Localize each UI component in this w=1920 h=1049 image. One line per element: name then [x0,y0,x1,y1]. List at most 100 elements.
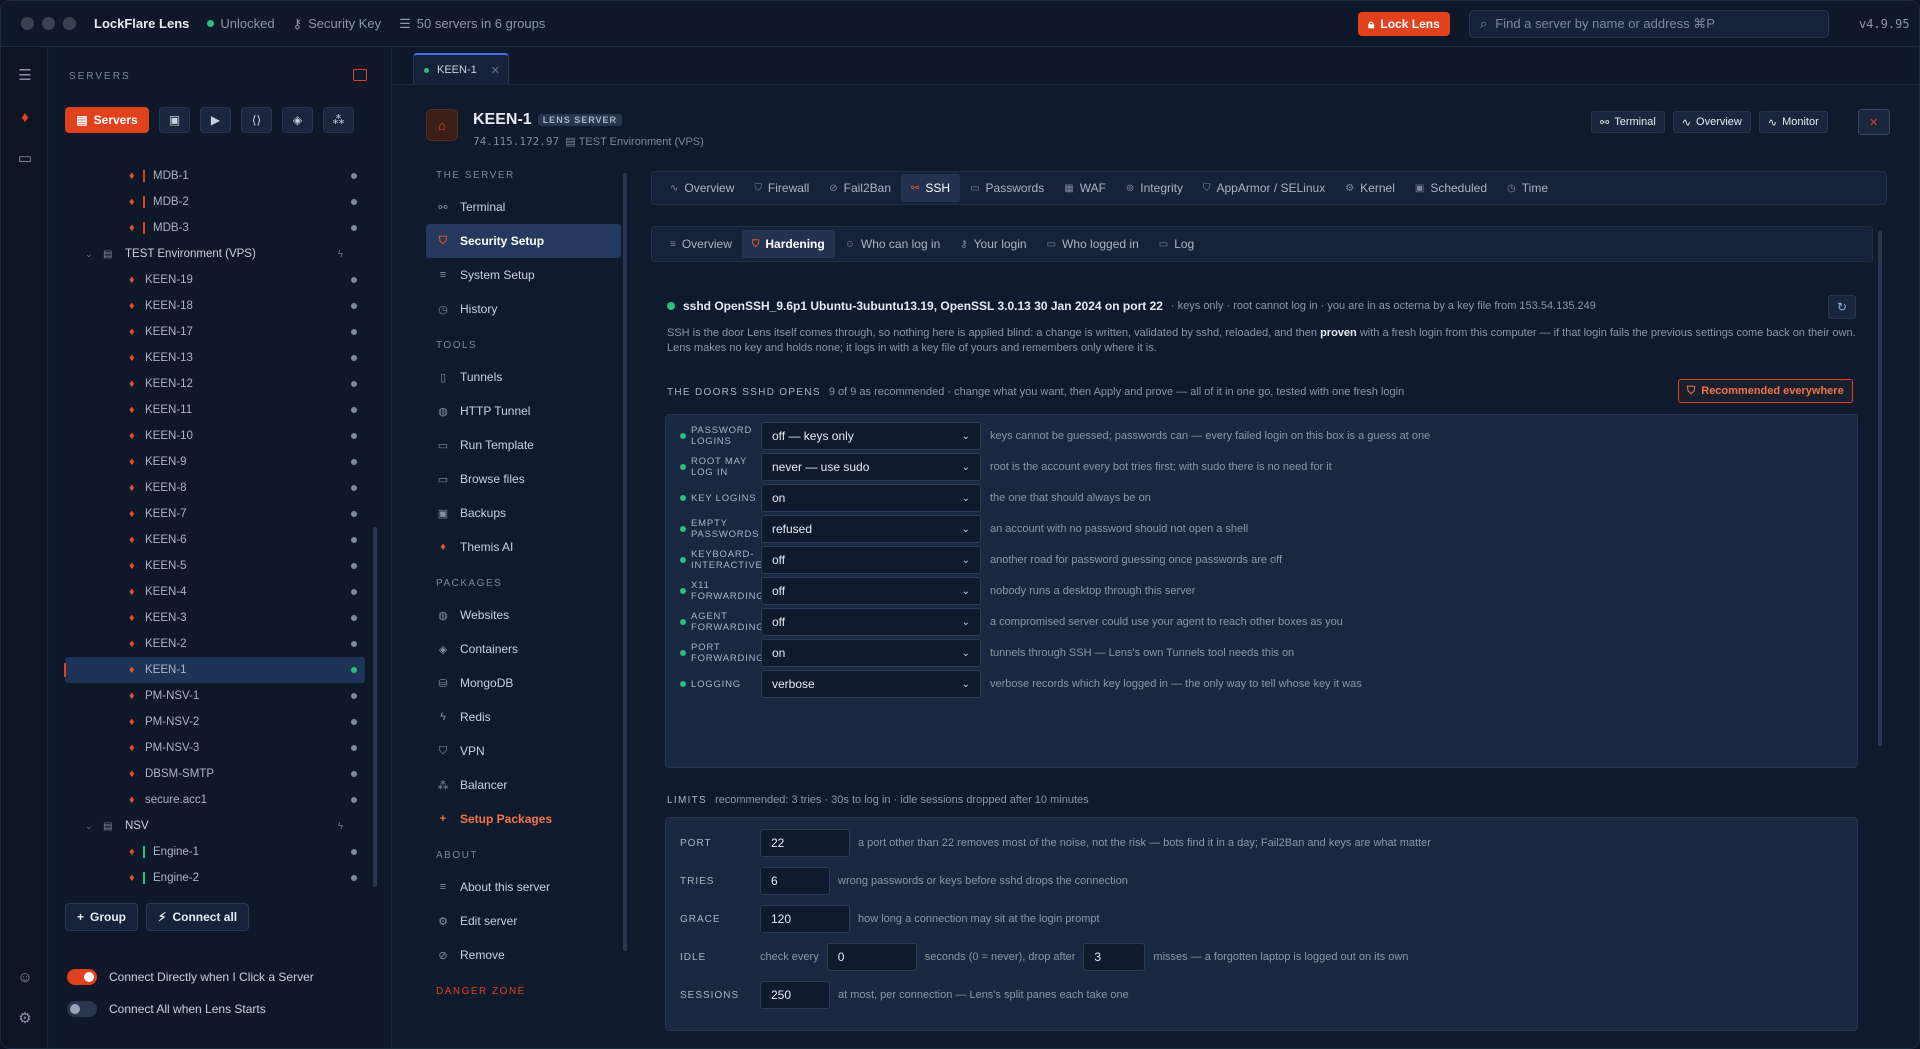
close-window-button[interactable] [21,17,34,30]
door-select[interactable]: never — use sudo ⌄ [761,453,981,481]
tree-server-item[interactable]: ♦ KEEN-2 [65,631,365,657]
tree-group[interactable]: ⌄ ▤ TEST Environment (VPS) ϟ [65,241,365,267]
nav-balancer[interactable]: ⁂ Balancer [426,768,621,802]
code-view-button[interactable]: ⟨⟩ [241,107,272,133]
tree-server-item[interactable]: ♦ MDB-3 [65,215,365,241]
tries-input[interactable]: 6 [760,867,830,895]
add-group-button[interactable]: + Group [65,903,139,931]
door-select[interactable]: off ⌄ [761,546,981,574]
nav-browse-files[interactable]: ▭ Browse files [426,462,621,496]
maximize-window-button[interactable] [63,17,76,30]
nav-edit-server[interactable]: ⚙ Edit server [426,904,621,938]
idle-interval-input[interactable]: 0 [826,943,917,971]
tree-server-item[interactable]: ♦ MDB-2 [65,189,365,215]
grace-input[interactable]: 120 [760,905,850,933]
nav-history[interactable]: ◷ History [426,292,621,326]
flame-rail-icon[interactable]: ♦ [15,107,35,127]
tree-server-item[interactable]: ♦ Engine-1 [65,839,365,865]
tab-firewall[interactable]: ⛉ Firewall [744,174,819,202]
tree-server-item[interactable]: ♦ DBSM-SMTP [65,761,365,787]
search-input[interactable]: ⌕ Find a server by name or address ⌘P [1469,10,1829,38]
subtab-hardening[interactable]: ⛉ Hardening [741,230,835,258]
sidebar-scrollbar[interactable] [373,527,377,887]
nav-themis-ai[interactable]: ♦ Themis AI [426,530,621,564]
users-rail-icon[interactable]: ☺ [15,967,35,987]
settings-gear-icon[interactable]: ⚙ [15,1008,35,1028]
tree-server-item[interactable]: ♦ Engine-2 [65,865,365,891]
tree-server-item[interactable]: ♦ KEEN-6 [65,527,365,553]
subtab-who-logged-in[interactable]: ▭ Who logged in [1037,230,1149,258]
tree-server-item[interactable]: ♦ KEEN-3 [65,605,365,631]
tree-server-item[interactable]: ♦ KEEN-19 [65,267,365,293]
tree-server-item[interactable]: ♦ PM-NSV-1 [65,683,365,709]
chevron-down-icon[interactable]: ⌄ [85,821,103,832]
connect-all-button[interactable]: ⚡︎ Connect all [146,903,250,931]
nav-scrollbar[interactable] [623,173,627,951]
idle-misses-input[interactable]: 3 [1083,943,1146,971]
content-scrollbar[interactable] [1878,231,1882,746]
chevron-down-icon[interactable]: ⌄ [85,249,103,260]
door-select[interactable]: off ⌄ [761,608,981,636]
nav-setup-packages[interactable]: + Setup Packages [426,802,621,836]
minimize-window-button[interactable] [42,17,55,30]
recommended-everywhere-button[interactable]: ⛉ Recommended everywhere [1678,379,1853,403]
tab-ssh[interactable]: ⚯ SSH [901,174,961,202]
subtab-who-can-log-in[interactable]: ☺ Who can log in [835,230,951,258]
tab-kernel[interactable]: ⚙ Kernel [1335,174,1405,202]
tree-server-item[interactable]: ♦ KEEN-7 [65,501,365,527]
connect-on-start-toggle[interactable] [67,1001,97,1017]
package-view-button[interactable]: ◈ [282,107,313,133]
tree-server-item[interactable]: ♦ KEEN-5 [65,553,365,579]
nav-vpn[interactable]: ⛉ VPN [426,734,621,768]
tab-keen-1[interactable]: KEEN-1 ✕ [413,53,509,85]
tab-fail2ban[interactable]: ⊘ Fail2Ban [819,174,901,202]
tree-server-item[interactable]: ♦ KEEN-9 [65,449,365,475]
nav-remove[interactable]: ⊘ Remove [426,938,621,972]
nav-terminal[interactable]: ⚯ Terminal [426,190,621,224]
tree-server-item[interactable]: ♦ PM-NSV-2 [65,709,365,735]
nav-containers[interactable]: ◈ Containers [426,632,621,666]
nav-run-template[interactable]: ▭ Run Template [426,428,621,462]
connect-group-icon[interactable]: ϟ [338,249,343,260]
network-view-button[interactable]: ⁂ [323,107,354,133]
lock-lens-button[interactable]: 🔒︎ Lock Lens [1358,12,1450,36]
tab-overview[interactable]: ∿ Overview [660,174,744,202]
nav-websites[interactable]: ◍ Websites [426,598,621,632]
tree-server-item[interactable]: ♦ KEEN-13 [65,345,365,371]
connect-on-click-toggle[interactable] [67,969,97,985]
servers-view-button[interactable]: ▤ Servers [65,107,149,133]
tree-server-item[interactable]: ♦ KEEN-8 [65,475,365,501]
nav-system-setup[interactable]: ≡ System Setup [426,258,621,292]
door-select[interactable]: off — keys only ⌄ [761,422,981,450]
tab-time[interactable]: ◷ Time [1497,174,1558,202]
nav-security-setup[interactable]: ⛉ Security Setup [426,224,621,258]
port-input[interactable]: 22 [760,829,850,857]
tab-passwords[interactable]: ▭ Passwords [960,174,1054,202]
header-terminal-button[interactable]: ⚯ Terminal [1591,111,1665,133]
tree-group[interactable]: ⌄ ▤ NSV ϟ [65,813,365,839]
sessions-input[interactable]: 250 [760,981,830,1009]
tab-integrity[interactable]: ⊚ Integrity [1116,174,1193,202]
nav-backups[interactable]: ▣ Backups [426,496,621,530]
tree-server-item[interactable]: ♦ KEEN-11 [65,397,365,423]
tree-server-item[interactable]: ♦ secure.acc1 [65,787,365,813]
tree-server-item[interactable]: ♦ KEEN-17 [65,319,365,345]
close-server-button[interactable]: ✕ [1857,109,1890,135]
tab-scheduled[interactable]: ▣ Scheduled [1405,174,1497,202]
door-select[interactable]: on ⌄ [761,639,981,667]
tab-apparmor-selinux[interactable]: ⛉ AppArmor / SELinux [1193,174,1335,202]
tree-server-item[interactable]: ♦ KEEN-4 [65,579,365,605]
nav-mongodb[interactable]: ⛁ MongoDB [426,666,621,700]
tree-server-item[interactable]: ♦ KEEN-18 [65,293,365,319]
header-overview-button[interactable]: ∿ Overview [1672,111,1751,133]
door-select[interactable]: on ⌄ [761,484,981,512]
tree-server-item[interactable]: ♦ KEEN-12 [65,371,365,397]
tab-waf[interactable]: ▦ WAF [1054,174,1116,202]
servers-rail-icon[interactable]: ☰ [15,65,35,85]
subtab-log[interactable]: ▭ Log [1149,230,1204,258]
sidebar-collapse-icon[interactable] [353,69,367,81]
tab-close-icon[interactable]: ✕ [491,64,500,77]
tree-server-item[interactable]: ♦ PM-NSV-3 [65,735,365,761]
subtab-your-login[interactable]: ⚷ Your login [950,230,1036,258]
header-monitor-button[interactable]: ∿ Monitor [1758,111,1828,133]
